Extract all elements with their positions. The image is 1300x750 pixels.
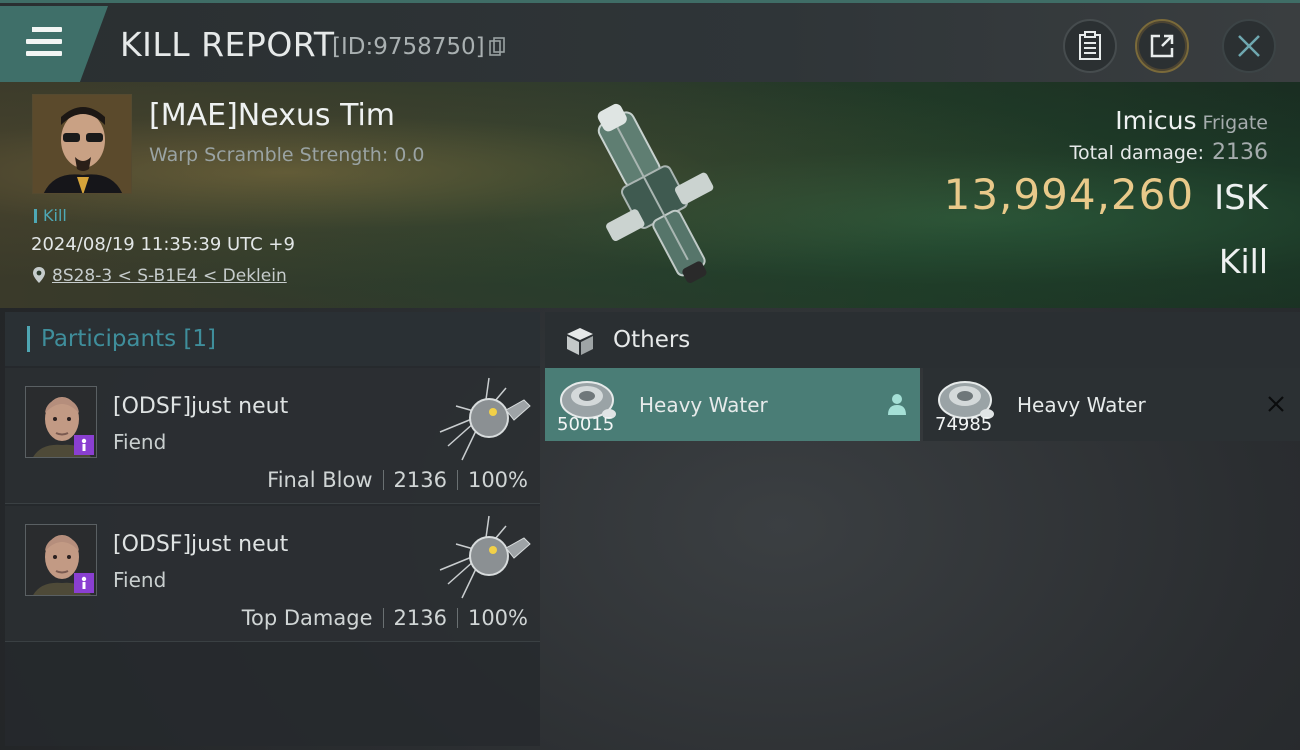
victim-name[interactable]: [MAE]Nexus Tim [149, 98, 395, 133]
others-header: Others [545, 312, 1300, 368]
dropped-item[interactable]: 50015 Heavy Water [545, 368, 920, 441]
participant-role: Final Blow [267, 468, 373, 492]
warp-scramble-strength: Warp Scramble Strength: 0.0 [149, 144, 425, 166]
participant-avatar[interactable] [25, 524, 97, 596]
kill-tag: Kill [34, 206, 67, 225]
user-badge-icon [74, 435, 94, 455]
participants-panel: Participants [1] [ODSF]just neut Fiend F… [5, 312, 540, 746]
isk-value: 13,994,260 ISK [944, 170, 1268, 219]
participant-avatar[interactable] [25, 386, 97, 458]
participant-damage: 2136 [393, 468, 447, 492]
item-quantity: 50015 [557, 414, 615, 435]
kill-datetime: 2024/08/19 11:35:39 UTC +9 [31, 234, 295, 255]
ship-class: Frigate [1202, 112, 1268, 134]
copy-icon[interactable] [489, 37, 505, 57]
participant-percent: 100% [467, 606, 528, 630]
clipboard-button[interactable] [1063, 19, 1117, 73]
participant-name[interactable]: [ODSF]just neut [113, 394, 288, 419]
participant-stats: Final Blow 2136 100% [267, 468, 528, 492]
victim-summary: [MAE]Nexus Tim Warp Scramble Strength: 0… [0, 82, 1300, 308]
participant-row[interactable]: [ODSF]just neut Fiend Top Damage 2136 100% [5, 506, 540, 642]
item-quantity: 74985 [935, 414, 993, 435]
item-name: Heavy Water [1017, 393, 1146, 417]
location-pin-icon [33, 267, 45, 283]
close-button[interactable] [1222, 19, 1276, 73]
user-badge-icon [74, 573, 94, 593]
destroyed-item[interactable]: 74985 Heavy Water [923, 368, 1300, 441]
page-title: KILL REPORT [120, 25, 335, 64]
participant-ship: Fiend [113, 430, 167, 454]
victim-ship[interactable]: Imicus Frigate [1115, 106, 1268, 135]
cube-icon [567, 328, 593, 355]
share-icon [1150, 34, 1174, 58]
kill-result: Kill [1218, 242, 1268, 281]
participant-row[interactable]: [ODSF]just neut Fiend Final Blow 2136 100% [5, 368, 540, 504]
participant-ship-image [439, 377, 531, 461]
victim-ship-image [597, 103, 714, 283]
menu-button[interactable] [0, 6, 108, 82]
participant-percent: 100% [467, 468, 528, 492]
person-icon [888, 394, 906, 415]
participant-role: Top Damage [241, 606, 373, 630]
participants-heading: Participants [1] [41, 326, 216, 352]
participant-damage: 2136 [393, 606, 447, 630]
header-bar: KILL REPORT [ID:9758750] [0, 0, 1300, 82]
item-name: Heavy Water [639, 393, 768, 417]
share-button[interactable] [1135, 19, 1189, 73]
ship-name: Imicus [1115, 106, 1197, 135]
x-icon [1268, 396, 1284, 412]
victim-avatar[interactable] [32, 94, 132, 194]
location-link[interactable]: 8S28-3 < S-B1E4 < Deklein [52, 266, 287, 286]
total-damage-value: 2136 [1212, 140, 1268, 165]
kill-location[interactable]: 8S28-3 < S-B1E4 < Deklein [31, 266, 287, 286]
others-heading: Others [613, 327, 691, 353]
isk-unit: ISK [1214, 178, 1268, 218]
participant-ship-image [439, 515, 531, 599]
total-damage-label: Total damage: [1069, 142, 1204, 164]
participant-stats: Top Damage 2136 100% [242, 606, 528, 630]
participants-tab[interactable]: Participants [1] [5, 312, 540, 366]
clipboard-icon [1079, 31, 1101, 60]
participant-name[interactable]: [ODSF]just neut [113, 532, 288, 557]
total-damage: Total damage: 2136 [1070, 140, 1268, 165]
isk-amount: 13,994,260 [943, 170, 1195, 219]
report-id: [ID:9758750] [332, 34, 485, 60]
close-icon [1238, 35, 1260, 57]
participant-ship: Fiend [113, 568, 167, 592]
others-panel: Others 50015 Heavy Water 74985 Heavy Wat… [545, 312, 1300, 746]
